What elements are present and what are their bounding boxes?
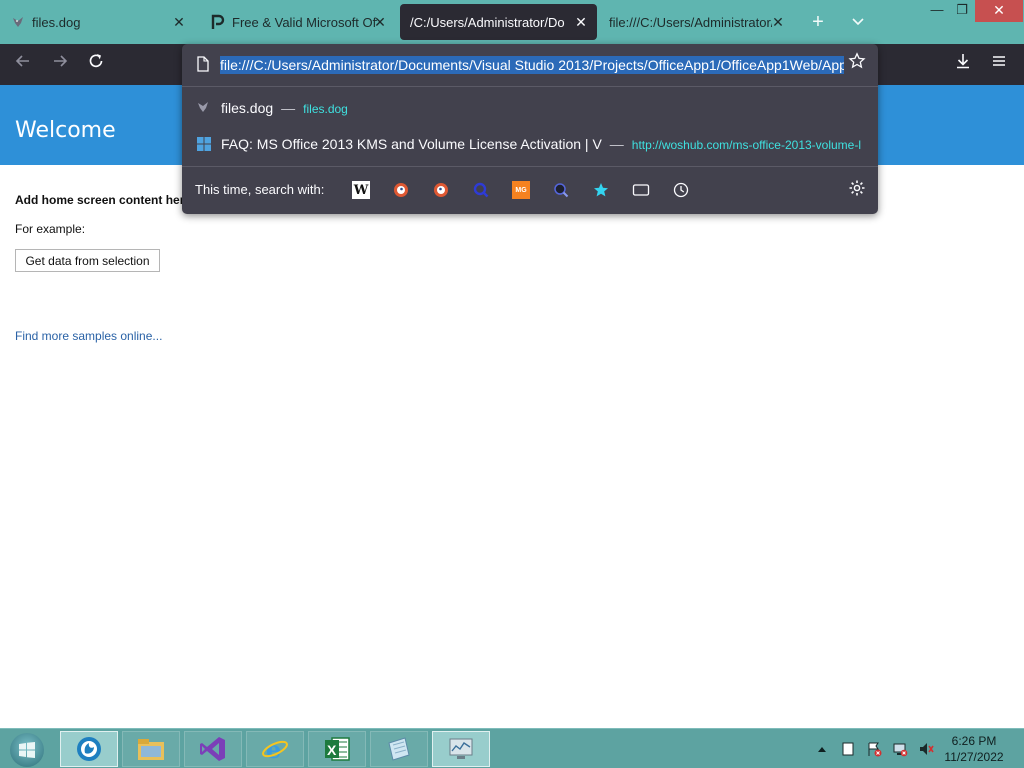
clock-time: 6:26 PM bbox=[951, 734, 997, 748]
divider bbox=[182, 86, 878, 87]
forward-arrow-icon[interactable] bbox=[47, 52, 73, 78]
tab-file-url[interactable]: file:///C:/Users/Administrator/ ✕ bbox=[599, 4, 794, 40]
bird-favicon-icon bbox=[10, 14, 26, 30]
suggestion-title: files.dog bbox=[221, 100, 274, 116]
download-icon[interactable] bbox=[950, 52, 976, 78]
taskbar-visual-studio-icon[interactable] bbox=[184, 731, 242, 767]
duckduckgo-engine-icon[interactable] bbox=[392, 181, 410, 199]
url-text-selected: file:///C:/Users/Administrator/Documents… bbox=[220, 56, 844, 74]
taskbar-firefox-icon[interactable] bbox=[60, 731, 118, 767]
suggestion-separator: — bbox=[609, 136, 624, 152]
suggestion-line: FAQ: MS Office 2013 KMS and Volume Licen… bbox=[221, 136, 871, 152]
back-arrow-icon[interactable] bbox=[10, 52, 36, 78]
suggestion-title: FAQ: MS Office 2013 KMS and Volume Licen… bbox=[221, 136, 602, 152]
reload-icon[interactable] bbox=[83, 52, 109, 78]
taskbar-resource-monitor-icon[interactable] bbox=[432, 731, 490, 767]
suggestion-row[interactable]: files.dog — files.dog bbox=[182, 91, 878, 125]
wikipedia-engine-icon[interactable]: W bbox=[352, 181, 370, 199]
suggestion-row[interactable]: FAQ: MS Office 2013 KMS and Volume Licen… bbox=[182, 127, 878, 161]
tab-microsoft-office[interactable]: Free & Valid Microsoft Offi ✕ bbox=[200, 4, 396, 40]
bird-favicon-icon bbox=[196, 100, 212, 116]
suggestion-separator: — bbox=[281, 100, 296, 116]
p-logo-favicon-icon bbox=[210, 14, 226, 30]
settings-gear-icon[interactable] bbox=[846, 179, 868, 201]
dark-search-engine-icon[interactable] bbox=[552, 181, 570, 199]
tab-strip: files.dog ✕ Free & Valid Microsoft Offi … bbox=[0, 0, 1024, 44]
taskbar-internet-explorer-icon[interactable]: e bbox=[246, 731, 304, 767]
tray-show-desktop-icon[interactable] bbox=[838, 739, 858, 759]
tab-close-icon[interactable]: ✕ bbox=[573, 13, 589, 31]
hamburger-menu-icon[interactable] bbox=[986, 52, 1012, 78]
tray-expand-arrow-icon[interactable] bbox=[812, 739, 832, 759]
bookmark-star-icon[interactable] bbox=[846, 52, 868, 76]
tab-title: file:///C:/Users/Administrator/ bbox=[609, 14, 772, 30]
divider bbox=[182, 166, 878, 167]
url-bar-dropdown: file:///C:/Users/Administrator/Documents… bbox=[182, 44, 878, 214]
tab-list-chevron-down-icon[interactable] bbox=[846, 10, 870, 34]
suggestion-url: http://woshub.com/ms-office-2013-volume-… bbox=[631, 138, 862, 152]
bookmarks-star-icon[interactable] bbox=[592, 181, 610, 199]
system-tray bbox=[812, 729, 942, 768]
tab-title: Free & Valid Microsoft Offi bbox=[232, 14, 377, 30]
new-tab-plus-icon[interactable]: + bbox=[806, 10, 830, 34]
tabs-icon[interactable] bbox=[632, 181, 650, 199]
svg-text:e: e bbox=[266, 735, 281, 763]
tab-files-dog[interactable]: files.dog ✕ bbox=[0, 4, 195, 40]
suggestion-url: files.dog bbox=[303, 102, 348, 116]
search-with-label: This time, search with: bbox=[195, 182, 325, 197]
content-heading: Add home screen content her bbox=[15, 193, 185, 207]
tray-volume-muted-icon[interactable] bbox=[916, 739, 936, 759]
duckduckgo-alt-engine-icon[interactable] bbox=[432, 181, 450, 199]
clock-date: 11/27/2022 bbox=[944, 750, 1004, 764]
tab-title: files.dog bbox=[32, 14, 81, 30]
tab-title: /C:/Users/Administrator/Docu bbox=[410, 14, 565, 30]
taskbar-excel-icon[interactable]: X bbox=[308, 731, 366, 767]
get-data-from-selection-button[interactable]: Get data from selection bbox=[15, 249, 160, 272]
tray-network-icon[interactable] bbox=[890, 739, 910, 759]
tray-action-center-flag-icon[interactable] bbox=[864, 739, 884, 759]
close-window-button[interactable]: ✕ bbox=[975, 0, 1023, 22]
url-input[interactable]: file:///C:/Users/Administrator/Documents… bbox=[220, 54, 844, 76]
restore-button[interactable]: ❐ bbox=[947, 0, 977, 22]
page-title: Welcome bbox=[15, 118, 116, 143]
tab-close-icon[interactable]: ✕ bbox=[171, 13, 187, 31]
taskbar-notepad-icon[interactable] bbox=[370, 731, 428, 767]
taskbar-file-explorer-icon[interactable] bbox=[122, 731, 180, 767]
tab-close-icon[interactable]: ✕ bbox=[372, 13, 388, 31]
windows-taskbar: e X 6:26 PM 11/27/2022 bbox=[0, 728, 1024, 768]
find-more-samples-link[interactable]: Find more samples online... bbox=[15, 329, 162, 343]
example-label: For example: bbox=[15, 222, 86, 236]
windows-favicon-icon bbox=[196, 136, 212, 152]
tab-office-app-active[interactable]: /C:/Users/Administrator/Docu ✕ bbox=[400, 4, 597, 40]
history-clock-icon[interactable] bbox=[672, 181, 690, 199]
url-row: file:///C:/Users/Administrator/Documents… bbox=[182, 44, 878, 86]
start-button-windows-icon[interactable] bbox=[10, 733, 44, 767]
page-document-icon bbox=[196, 56, 210, 72]
tab-close-icon[interactable]: ✕ bbox=[770, 13, 786, 31]
mg-engine-icon[interactable]: MG bbox=[512, 181, 530, 199]
suggestion-line: files.dog — files.dog bbox=[221, 100, 348, 116]
svg-text:X: X bbox=[327, 742, 337, 758]
magnifier-engine-icon[interactable] bbox=[472, 181, 490, 199]
taskbar-clock[interactable]: 6:26 PM 11/27/2022 bbox=[940, 733, 1008, 765]
